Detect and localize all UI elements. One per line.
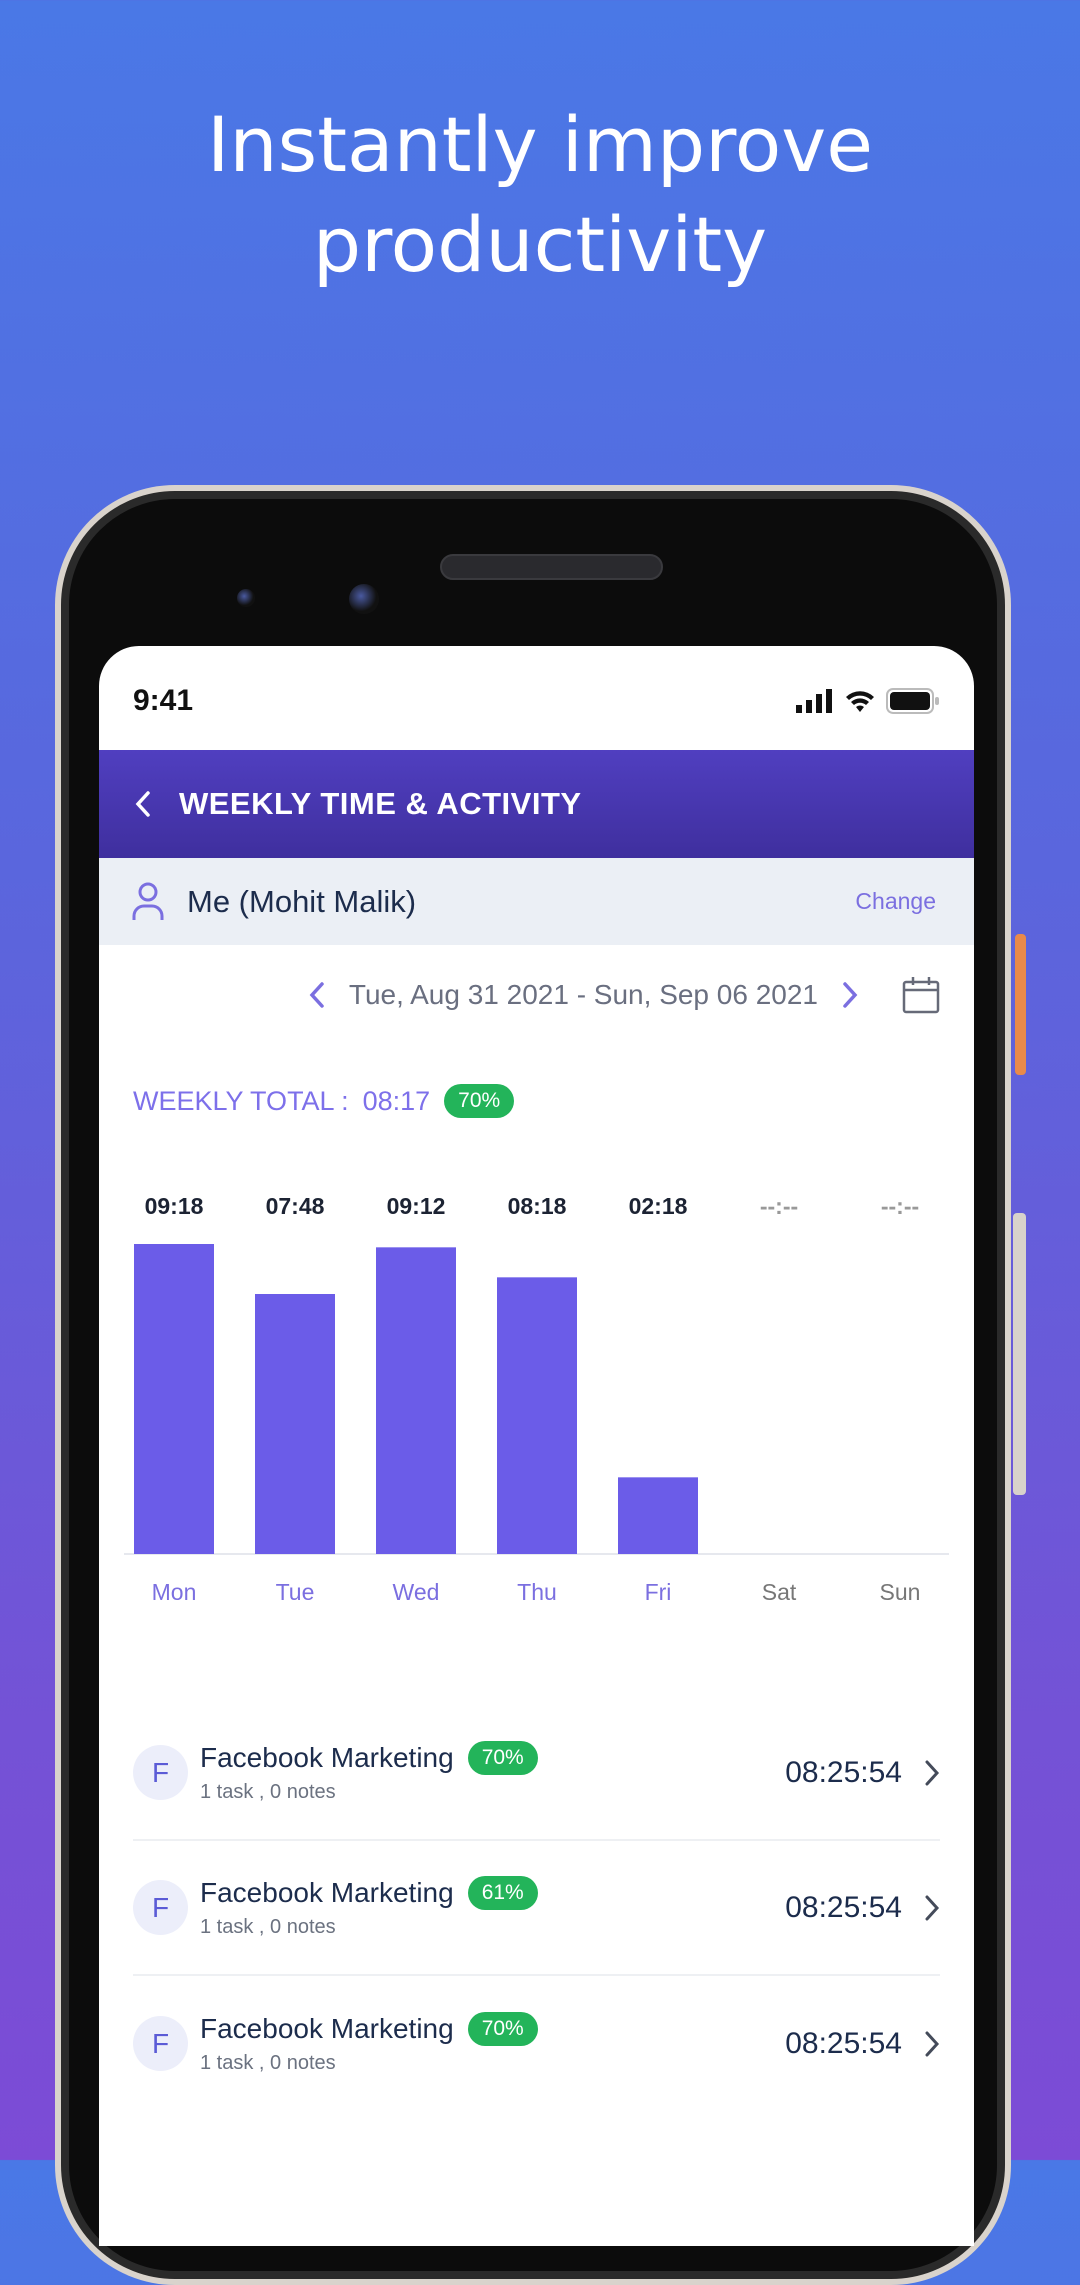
percent-badge: 70% — [467, 1741, 538, 1775]
app-bar: WEEKLY TIME & ACTIVITY — [99, 750, 974, 858]
activity-time: 08:25:54 — [785, 2026, 902, 2060]
day-label: Sat — [762, 1579, 797, 1605]
activity-name: Facebook Marketing — [200, 2013, 454, 2044]
bar-value-label: --:-- — [760, 1193, 798, 1219]
bar-tue[interactable] — [255, 1294, 335, 1554]
chevron-right-icon[interactable] — [924, 1758, 940, 1788]
day-label: Wed — [393, 1579, 440, 1605]
bar-value-label: --:-- — [881, 1193, 919, 1219]
headline-line-1: Instantly improve — [207, 100, 873, 189]
activity-name: Facebook Marketing — [200, 1742, 454, 1773]
activity-summary: 1 task , 0 notes — [200, 1781, 336, 1803]
bar-value-label: 09:18 — [145, 1193, 204, 1219]
list-item[interactable]: F Facebook Marketing 70% 1 task , 0 notes… — [133, 1976, 940, 2111]
percent-badge: 61% — [467, 1876, 538, 1910]
bar-mon[interactable] — [134, 1244, 214, 1554]
avatar: F — [133, 1745, 188, 1800]
activity-name: Facebook Marketing — [200, 1877, 454, 1908]
user-icon — [132, 882, 164, 920]
weekly-total: WEEKLY TOTAL : 08:17 70% — [133, 1084, 515, 1118]
day-label: Tue — [276, 1579, 315, 1605]
speaker-grille — [440, 554, 663, 580]
avatar: F — [133, 2016, 188, 2071]
chevron-left-icon[interactable] — [307, 979, 327, 1011]
activity-summary: 1 task , 0 notes — [200, 2052, 336, 2074]
power-button — [1013, 1213, 1026, 1495]
date-range-navigator: Tue, Aug 31 2021 - Sun, Sep 06 2021 — [307, 976, 940, 1014]
wifi-icon — [846, 691, 874, 712]
day-label: Mon — [152, 1579, 197, 1605]
weekly-percent-badge: 70% — [444, 1084, 515, 1118]
weekly-total-value: 08:17 — [362, 1085, 431, 1116]
date-range: Tue, Aug 31 2021 - Sun, Sep 06 2021 — [348, 979, 818, 1010]
chevron-left-icon[interactable] — [133, 789, 153, 819]
bar-value-label: 07:48 — [266, 1193, 325, 1219]
user-selector: Me (Mohit Malik) Change — [99, 858, 974, 945]
activity-list: F Facebook Marketing 70% 1 task , 0 notes… — [133, 1706, 940, 2111]
chevron-right-icon[interactable] — [840, 979, 860, 1011]
day-label: Thu — [517, 1579, 557, 1605]
camera-icon — [237, 589, 255, 607]
signal-icon — [796, 689, 832, 713]
calendar-icon[interactable] — [902, 976, 940, 1014]
activity-summary: 1 task , 0 notes — [200, 1916, 336, 1938]
change-user-link[interactable]: Change — [855, 888, 936, 915]
avatar: F — [133, 1880, 188, 1935]
list-item[interactable]: F Facebook Marketing 70% 1 task , 0 notes… — [133, 1706, 940, 1841]
bar-wed[interactable] — [376, 1247, 456, 1554]
chevron-right-icon[interactable] — [924, 2029, 940, 2059]
headline-line-2: productivity — [312, 200, 768, 289]
user-name: Me (Mohit Malik) — [187, 883, 417, 919]
weekly-total-label: WEEKLY TOTAL : — [133, 1085, 349, 1116]
list-item[interactable]: F Facebook Marketing 61% 1 task , 0 notes… — [133, 1841, 940, 1976]
bar-value-label: 08:18 — [508, 1193, 567, 1219]
day-label: Fri — [645, 1579, 672, 1605]
activity-time: 08:25:54 — [785, 1890, 902, 1924]
day-label: Sun — [880, 1579, 921, 1605]
camera-icon — [349, 584, 379, 614]
bar-value-label: 02:18 — [629, 1193, 688, 1219]
percent-badge: 70% — [467, 2012, 538, 2046]
battery-icon — [886, 688, 939, 714]
headline: Instantly improve productivity — [0, 95, 1080, 295]
bar-value-label: 09:12 — [387, 1193, 446, 1219]
activity-time: 08:25:54 — [785, 1755, 902, 1789]
status-bar: 9:41 — [133, 681, 940, 721]
bar-fri[interactable] — [618, 1477, 698, 1554]
app-screen: 9:41 WEEKLY TIME & ACTIVITY Me (Mohit Ma… — [99, 646, 974, 2246]
status-time: 9:41 — [133, 684, 194, 717]
bar-thu[interactable] — [497, 1277, 577, 1554]
weekly-bar-chart: 09:18 Mon 07:48 Tue 09:12 Wed 08:18 Thu 02:18 Fri… — [124, 1193, 949, 1605]
page-title: WEEKLY TIME & ACTIVITY — [179, 786, 582, 821]
chevron-right-icon[interactable] — [924, 1893, 940, 1923]
volume-button — [1015, 934, 1026, 1075]
